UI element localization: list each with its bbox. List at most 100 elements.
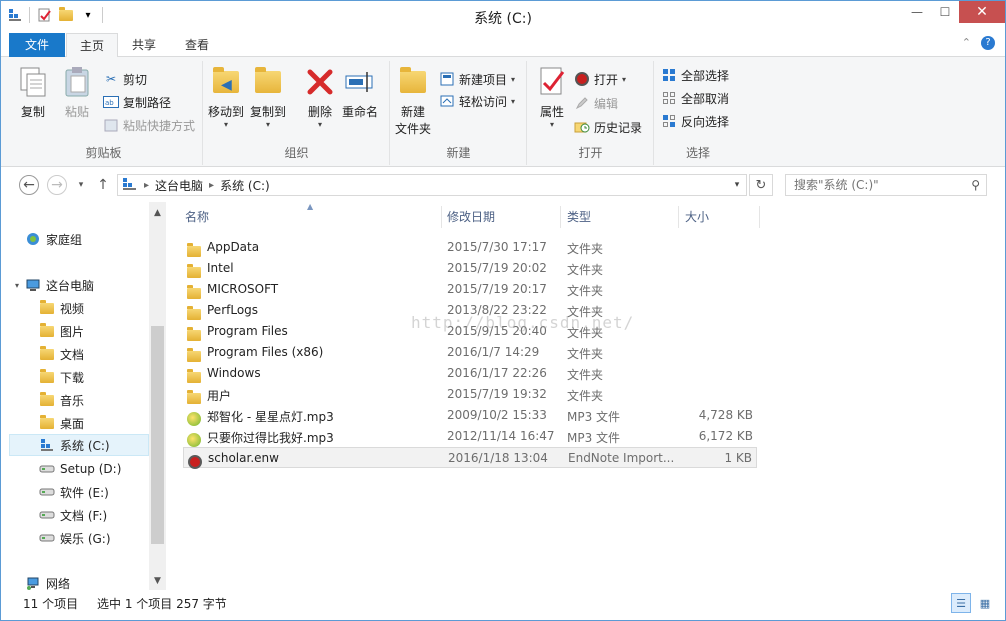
nav-item-documents[interactable]: 文档 <box>1 343 149 365</box>
recent-locations-icon[interactable]: ▾ <box>71 175 91 195</box>
scroll-down-icon[interactable]: ▼ <box>149 572 166 589</box>
nav-scrollbar[interactable]: ▲ ▼ <box>149 202 166 590</box>
scroll-up-icon[interactable]: ▲ <box>149 204 166 221</box>
expand-icon[interactable]: ▾ <box>15 281 25 290</box>
open-button[interactable]: 打开 ▾ <box>574 69 626 89</box>
scroll-thumb[interactable] <box>151 326 164 544</box>
refresh-icon[interactable]: ↻ <box>749 174 773 196</box>
file-row[interactable]: 用户 2015/7/19 19:32 文件夹 <box>183 384 757 405</box>
breadcrumb-separator[interactable]: ▸ <box>138 180 149 191</box>
help-icon[interactable]: ? <box>981 36 995 50</box>
copy-button[interactable]: 复制 <box>17 65 49 120</box>
file-row[interactable]: Intel 2015/7/19 20:02 文件夹 <box>183 258 757 279</box>
nav-item-music[interactable]: 音乐 <box>1 389 149 411</box>
file-row[interactable]: AppData 2015/7/30 17:17 文件夹 <box>183 237 757 258</box>
copy-path-button[interactable]: ab 复制路径 <box>103 92 171 112</box>
tab-share[interactable]: 共享 <box>119 33 169 57</box>
collapse-ribbon-icon[interactable]: ⌃ <box>962 36 971 50</box>
address-bar[interactable]: ▸ 这台电脑 ▸ 系统 (C:) ▾ <box>117 174 747 196</box>
breadcrumb-this-pc[interactable]: 这台电脑 <box>149 177 209 194</box>
properties-dropdown-icon: ▾ <box>549 120 554 129</box>
file-name: Program Files <box>207 324 288 338</box>
large-icons-view-icon[interactable]: ▦ <box>975 593 995 613</box>
edit-button[interactable]: 编辑 <box>574 93 618 113</box>
copy-path-label: 复制路径 <box>123 95 172 110</box>
breadcrumb-current[interactable]: 系统 (C:) <box>214 177 276 194</box>
file-row[interactable]: Windows 2016/1/17 22:26 文件夹 <box>183 363 757 384</box>
column-header-size[interactable]: 大小 <box>679 208 759 228</box>
pictures-folder-icon <box>39 322 55 338</box>
copy-to-button[interactable]: 复制到 ▾ <box>250 65 286 129</box>
nav-item-drive-f[interactable]: 文档 (F:) <box>1 504 149 526</box>
properties-button[interactable]: 属性 ▾ <box>536 65 568 129</box>
select-none-icon <box>661 90 677 106</box>
nav-label: 系统 (C:) <box>60 438 110 453</box>
item-count: 11 个项目 <box>23 597 79 611</box>
copy-to-icon <box>252 65 284 99</box>
details-view-icon[interactable]: ☰ <box>951 593 971 613</box>
file-name: AppData <box>207 240 260 254</box>
tab-view[interactable]: 查看 <box>171 33 223 57</box>
nav-label: 网络 <box>46 576 71 591</box>
minimize-icon[interactable]: — <box>903 1 931 23</box>
nav-label: 图片 <box>60 324 85 339</box>
search-input[interactable] <box>786 175 956 195</box>
forward-icon[interactable]: → <box>47 175 67 195</box>
system-drive-icon <box>39 438 55 452</box>
history-button[interactable]: 历史记录 <box>574 117 642 137</box>
column-header-date[interactable]: 修改日期 <box>441 208 559 228</box>
file-name: scholar.enw <box>208 451 279 465</box>
group-select: 全部选择 全部取消 反向选择 选择 <box>655 61 741 165</box>
file-row-selected[interactable]: scholar.enw 2016/1/18 13:04 EndNote Impo… <box>183 447 757 469</box>
cut-button[interactable]: ✂ 剪切 <box>103 69 147 89</box>
invert-selection-button[interactable]: 反向选择 <box>661 111 729 131</box>
nav-item-drive-d[interactable]: Setup (D:) <box>1 458 149 480</box>
copy-label: 复制 <box>20 105 45 119</box>
rename-button[interactable]: 重命名 <box>342 65 378 120</box>
watermark: http://blog.csdn.net/ <box>411 313 635 332</box>
nav-item-desktop[interactable]: 桌面 <box>1 412 149 434</box>
file-row[interactable]: Program Files (x86) 2016/1/7 14:29 文件夹 <box>183 342 757 363</box>
file-row[interactable]: 只要你过得比我好.mp3 2012/11/14 16:47 MP3 文件 6,1… <box>183 426 757 447</box>
delete-button[interactable]: 删除 ▾ <box>304 65 336 129</box>
tab-home[interactable]: 主页 <box>66 33 118 58</box>
column-divider[interactable] <box>759 206 760 228</box>
file-row[interactable]: 郑智化 - 星星点灯.mp3 2009/10/2 15:33 MP3 文件 4,… <box>183 405 757 426</box>
nav-item-pictures[interactable]: 图片 <box>1 320 149 342</box>
file-name: Intel <box>207 261 234 275</box>
back-icon[interactable]: ← <box>19 175 39 195</box>
select-all-icon <box>661 67 677 83</box>
ribbon: 复制 粘贴 ✂ 剪切 ab 复制路径 粘贴快捷方式 剪贴板 ◀ 移动到 ▾ 复制… <box>1 57 1005 167</box>
close-icon[interactable]: ✕ <box>959 1 1005 23</box>
move-to-button[interactable]: ◀ 移动到 ▾ <box>208 65 244 129</box>
maximize-icon[interactable]: ☐ <box>931 1 959 23</box>
tab-file[interactable]: 文件 <box>9 33 65 57</box>
search-icon[interactable]: ⚲ <box>971 178 980 192</box>
select-all-button[interactable]: 全部选择 <box>661 65 729 85</box>
column-header-type[interactable]: 类型 <box>561 208 677 228</box>
nav-item-drive-e[interactable]: 软件 (E:) <box>1 481 149 503</box>
delete-icon <box>304 65 336 99</box>
new-item-button[interactable]: 新建项目 ▾ <box>439 69 515 89</box>
file-row[interactable]: MICROSOFT 2015/7/19 20:17 文件夹 <box>183 279 757 300</box>
search-box[interactable]: ⚲ <box>785 174 987 196</box>
up-icon[interactable]: ↑ <box>93 175 113 195</box>
nav-item-videos[interactable]: 视频 <box>1 297 149 319</box>
nav-homegroup[interactable]: 家庭组 <box>1 228 149 250</box>
nav-item-drive-g[interactable]: 娱乐 (G:) <box>1 527 149 549</box>
column-header-name[interactable]: 名称 <box>179 208 439 228</box>
nav-item-downloads[interactable]: 下载 <box>1 366 149 388</box>
title-bar: ▾ 系统 (C:) — ☐ ✕ <box>1 1 1005 31</box>
new-folder-button[interactable]: 新建 文件夹 <box>395 65 431 137</box>
nav-item-drive-c[interactable]: 系统 (C:) <box>9 434 149 456</box>
paste-button[interactable]: 粘贴 <box>61 65 93 120</box>
paste-shortcut-button[interactable]: 粘贴快捷方式 <box>103 115 195 135</box>
explorer-window: ▾ 系统 (C:) — ☐ ✕ 文件 主页 共享 查看 ⌃ ? 复制 粘贴 ✂ … <box>0 0 1006 621</box>
nav-this-pc[interactable]: ▾ 这台电脑 <box>1 274 149 296</box>
easy-access-button[interactable]: 轻松访问 ▾ <box>439 91 515 111</box>
file-date: 2015/7/19 19:32 <box>447 387 547 401</box>
move-to-label: 移动到 <box>208 105 245 119</box>
select-none-button[interactable]: 全部取消 <box>661 88 729 108</box>
new-folder-icon <box>397 65 429 99</box>
address-dropdown-icon[interactable]: ▾ <box>728 175 746 195</box>
